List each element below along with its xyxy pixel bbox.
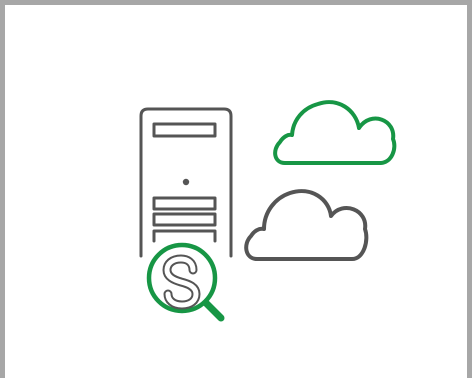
hybrid-cloud-illustration [139,100,397,322]
server-power-led [182,178,190,186]
cloud-icon-green [273,100,397,165]
cloud-icon-gray [244,189,369,261]
qlik-search-icon [146,242,225,322]
